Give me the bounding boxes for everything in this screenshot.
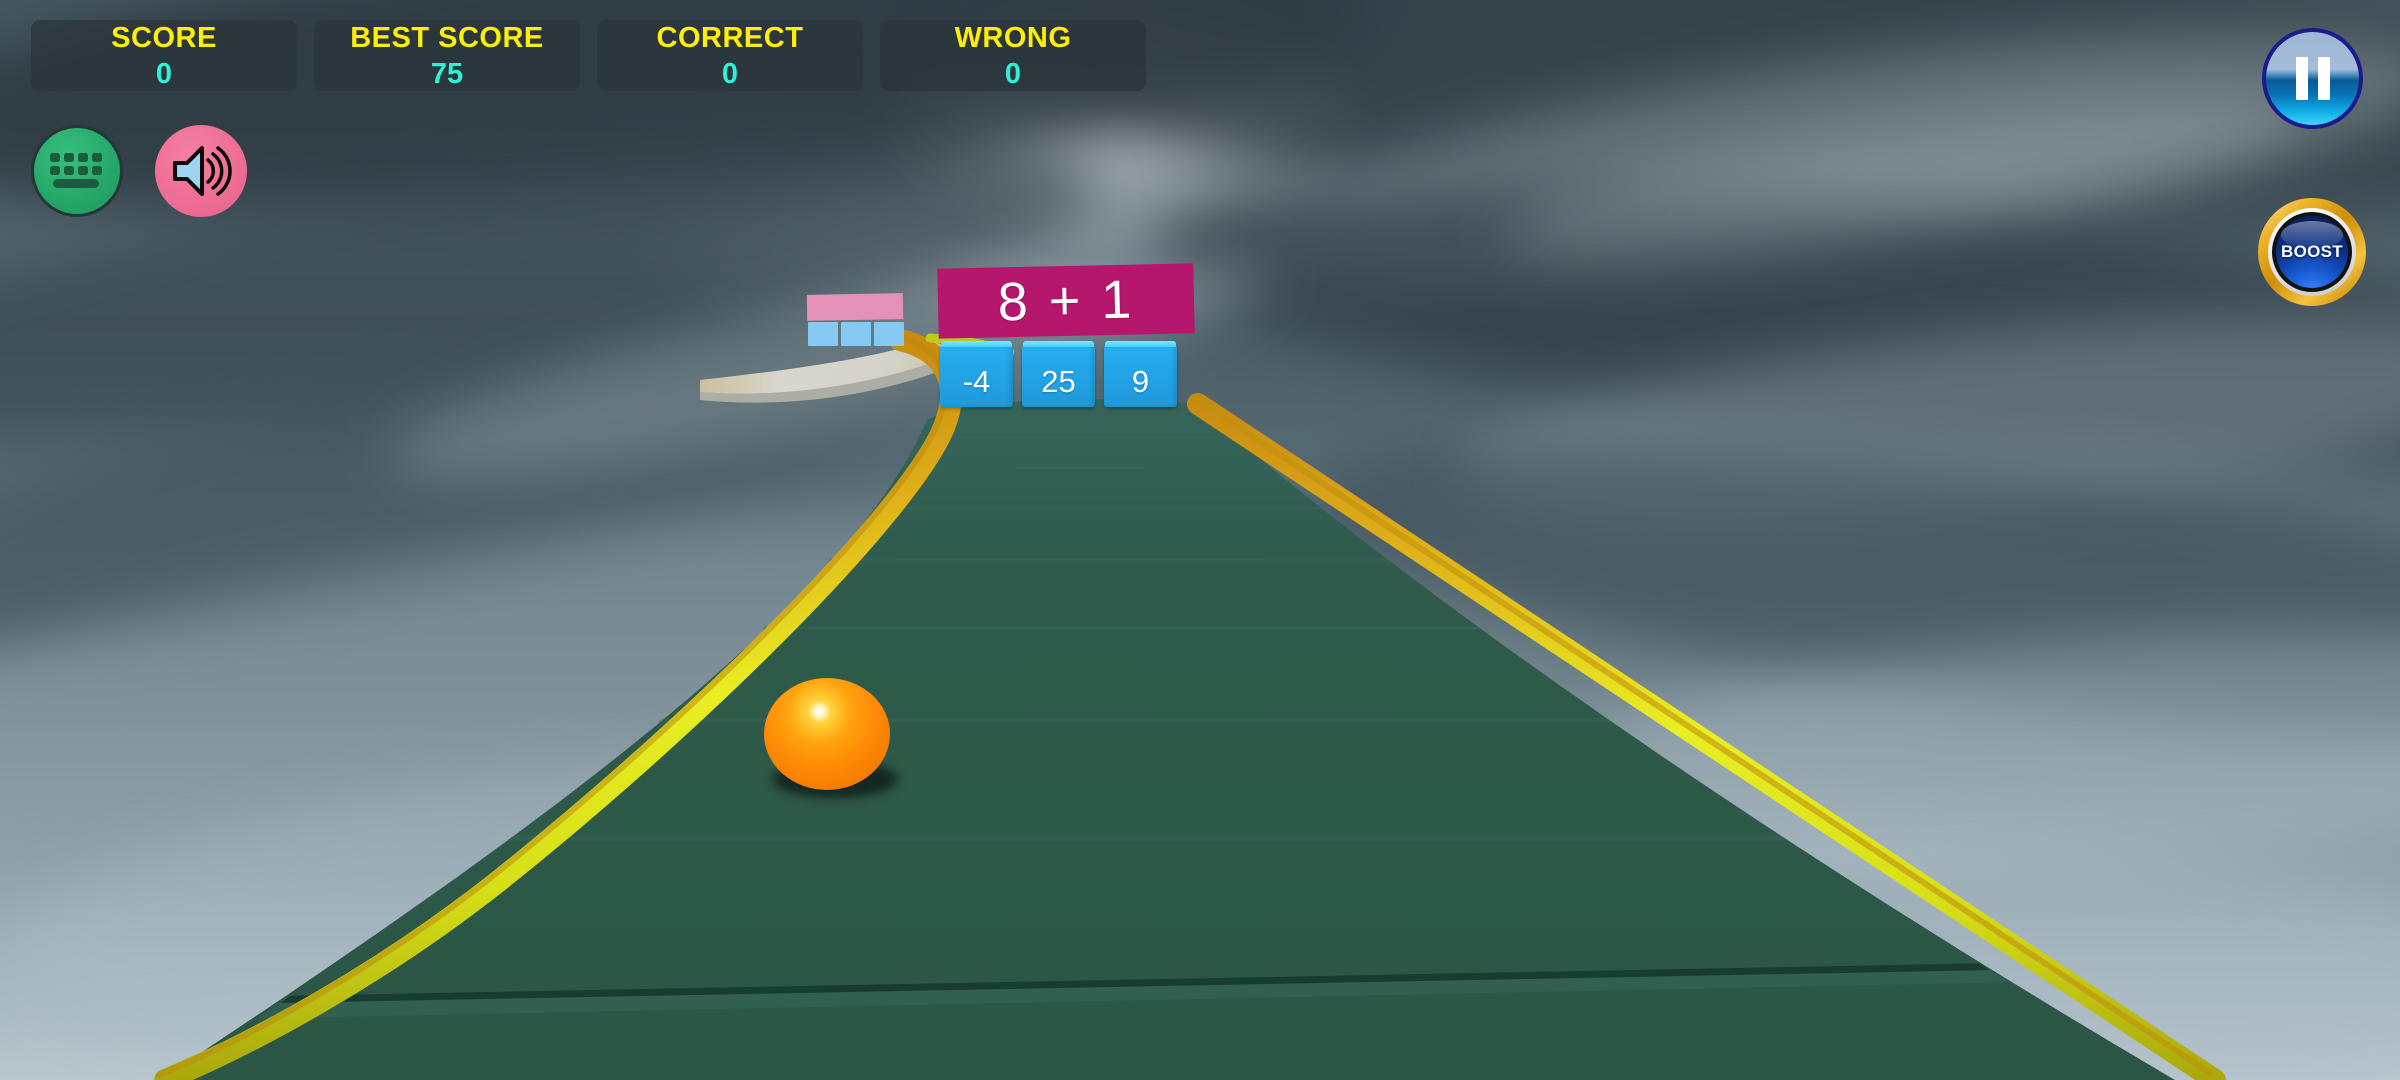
correct-value: 0 — [721, 58, 739, 90]
boost-core: BOOST — [2276, 216, 2348, 288]
pause-icon-bar-right — [2317, 57, 2330, 100]
cloud-band — [1496, 58, 2304, 292]
cloud-band — [1493, 598, 2400, 912]
stat-panel-score: SCORE 0 — [31, 20, 297, 91]
stat-panel-correct: CORRECT 0 — [597, 20, 863, 91]
cloud-band — [1443, 273, 2400, 567]
question-text: 8 + 1 — [997, 269, 1135, 333]
answer-blocks: -4 25 9 — [940, 341, 1177, 407]
far-answer-block — [808, 322, 838, 346]
boost-outer-ring: BOOST — [2268, 208, 2356, 296]
answer-block-2[interactable]: 25 — [1022, 341, 1095, 407]
boost-inner-ring: BOOST — [2272, 212, 2352, 292]
wrong-value: 0 — [1004, 58, 1022, 90]
correct-label: CORRECT — [656, 22, 804, 54]
far-answer-block — [874, 322, 904, 346]
sound-toggle-button[interactable] — [155, 125, 247, 217]
cloud-band — [1142, 132, 2400, 518]
answer-block-3[interactable]: 9 — [1104, 341, 1177, 407]
pause-button[interactable] — [2262, 28, 2363, 129]
best-score-value: 75 — [430, 58, 464, 90]
keyboard-icon — [50, 153, 102, 188]
cloud-band — [1241, 763, 2400, 1080]
cloud-band — [0, 692, 1311, 1080]
stat-panel-best-score: BEST SCORE 75 — [314, 20, 580, 91]
score-value: 0 — [155, 58, 173, 90]
best-score-label: BEST SCORE — [350, 22, 544, 54]
cloud-band — [1242, 0, 2400, 333]
player-ball — [764, 678, 890, 790]
score-label: SCORE — [111, 22, 217, 54]
stat-panel-wrong: WRONG 0 — [880, 20, 1146, 91]
hud-stats: SCORE 0 BEST SCORE 75 CORRECT 0 WRONG 0 — [31, 20, 1146, 91]
boost-button[interactable]: BOOST — [2258, 198, 2366, 306]
far-answer-block — [841, 322, 871, 346]
sound-on-icon — [173, 146, 232, 196]
far-question-banner — [806, 293, 904, 321]
sky-background — [0, 0, 2400, 1080]
cloud-band — [1291, 385, 2400, 785]
answer-block-1[interactable]: -4 — [940, 341, 1013, 407]
keyboard-toggle-button[interactable] — [31, 125, 123, 217]
boost-label: BOOST — [2281, 242, 2343, 261]
answer-block-3-label: 9 — [1131, 363, 1150, 399]
answer-block-2-label: 25 — [1041, 363, 1076, 399]
far-answer-blocks — [808, 322, 904, 346]
question-banner: 8 + 1 — [937, 263, 1195, 339]
pause-icon-bar-left — [2295, 57, 2308, 100]
answer-block-1-label: -4 — [962, 363, 991, 399]
wrong-label: WRONG — [954, 22, 1072, 54]
cloud-band — [0, 440, 1112, 940]
game-screen: 8 + 1 -4 25 9 SCORE 0 BEST SCORE 75 CORR… — [0, 0, 2400, 1080]
